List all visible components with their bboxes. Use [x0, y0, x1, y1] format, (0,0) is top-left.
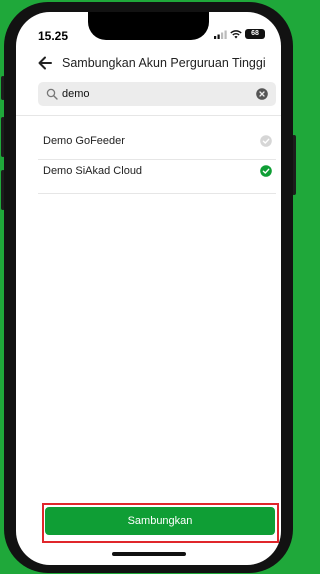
search-bar [38, 82, 276, 106]
search-input[interactable] [62, 82, 252, 106]
status-time: 15.25 [38, 29, 69, 43]
list-item-label: Demo GoFeeder [43, 135, 125, 147]
arrow-left-icon[interactable] [36, 54, 54, 72]
header: Sambungkan Akun Perguruan Tinggi [16, 52, 281, 74]
check-circle-unselected-icon [260, 135, 272, 147]
connect-button[interactable]: Sambungkan [45, 507, 275, 535]
divider [16, 115, 281, 116]
search-icon [46, 88, 58, 100]
list-item-demo-gofeeder[interactable]: Demo GoFeeder [38, 124, 276, 158]
divider [38, 193, 276, 194]
list-item-demo-siakad-cloud[interactable]: Demo SiAkad Cloud [38, 154, 276, 188]
app-screen: 15.25 68 Sambungkan Akun Perguruan Tingg… [16, 12, 281, 565]
battery-icon: 68 [245, 29, 265, 39]
check-circle-selected-icon [260, 165, 272, 177]
list-item-label: Demo SiAkad Cloud [43, 165, 143, 177]
status-icons: 68 [214, 29, 265, 39]
wifi-icon [230, 29, 242, 38]
phone-frame: 15.25 68 Sambungkan Akun Perguruan Tingg… [4, 2, 293, 573]
home-indicator [112, 552, 186, 556]
page-title: Sambungkan Akun Perguruan Tinggi [62, 56, 266, 70]
signal-icon [214, 30, 227, 39]
notch [88, 12, 209, 40]
clear-search-icon[interactable] [256, 88, 268, 100]
